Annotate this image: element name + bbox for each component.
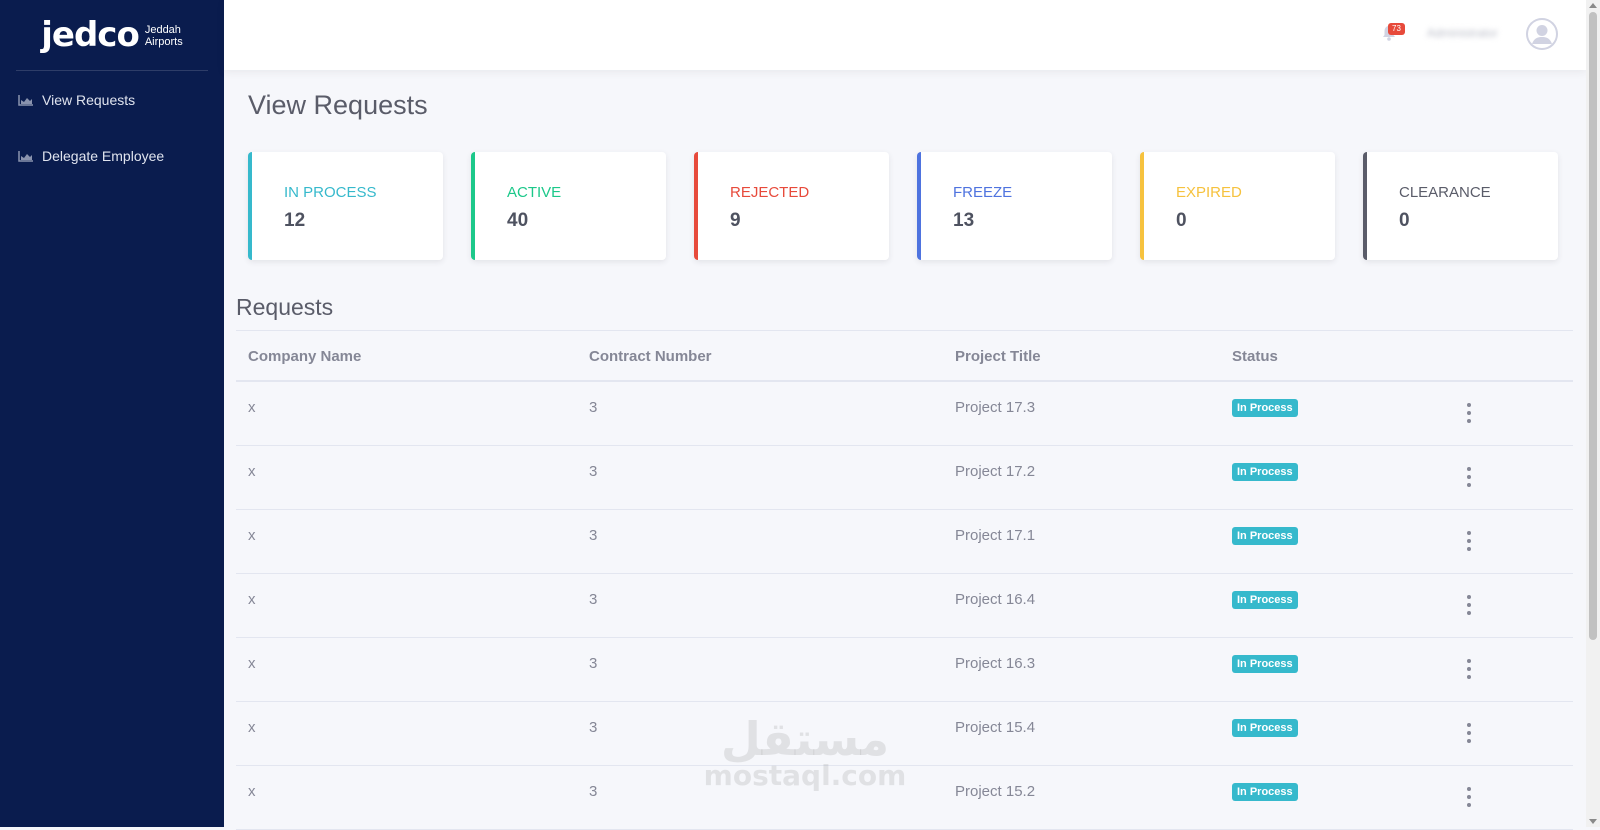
status-badge: In Process: [1232, 655, 1298, 673]
sidebar: jedco Jeddah Airports View Requests Dele…: [0, 0, 224, 827]
cell-company-name: x: [248, 719, 256, 736]
scrollbar-thumb[interactable]: [1589, 12, 1597, 640]
status-badge: In Process: [1232, 719, 1298, 737]
cell-contract-number: 3: [589, 591, 598, 608]
card-value: 13: [953, 210, 975, 231]
watermark: مستقل mostaql.com: [700, 716, 910, 790]
card-value: 9: [730, 210, 741, 231]
row-actions-menu-icon[interactable]: [1463, 659, 1475, 679]
sidebar-item-label: Delegate Employee: [42, 148, 165, 164]
card-expired[interactable]: EXPIRED 0: [1140, 152, 1335, 260]
table-header: Company Name Contract Number Project Tit…: [236, 331, 1573, 382]
table-row[interactable]: x 3 Project 16.4 In Process: [236, 574, 1573, 638]
cell-contract-number: 3: [589, 719, 598, 736]
cell-company-name: x: [248, 399, 256, 416]
chart-area-icon: [18, 95, 33, 106]
status-badge: In Process: [1232, 527, 1298, 545]
cell-project-title: Project 17.3: [955, 399, 1036, 416]
header-project-title[interactable]: Project Title: [955, 348, 1041, 365]
cell-project-title: Project 16.4: [955, 591, 1036, 608]
page-scrollbar[interactable]: [1586, 0, 1600, 827]
status-badge: In Process: [1232, 463, 1298, 481]
card-value: 0: [1176, 210, 1187, 231]
brand-name: jedco: [41, 15, 140, 55]
watermark-logo: مستقل: [720, 712, 890, 766]
cell-company-name: x: [248, 591, 256, 608]
sidebar-item-delegate-employee[interactable]: Delegate Employee: [0, 128, 224, 184]
table-row[interactable]: x 3 Project 16.3 In Process: [236, 638, 1573, 702]
cell-project-title: Project 15.4: [955, 719, 1036, 736]
brand-logo[interactable]: jedco Jeddah Airports: [16, 0, 208, 71]
topbar: 73 Administrator: [224, 0, 1586, 70]
cell-contract-number: 3: [589, 783, 598, 800]
header-status[interactable]: Status: [1232, 348, 1278, 365]
notification-count-badge: 73: [1388, 23, 1405, 35]
card-value: 0: [1399, 210, 1410, 231]
cell-project-title: Project 16.3: [955, 655, 1036, 672]
header-contract-number[interactable]: Contract Number: [589, 348, 712, 365]
card-in-process[interactable]: IN PROCESS 12: [248, 152, 443, 260]
cell-project-title: Project 17.2: [955, 463, 1036, 480]
status-badge: In Process: [1232, 783, 1298, 801]
scroll-down-icon[interactable]: [1589, 819, 1597, 824]
sidebar-item-label: View Requests: [42, 92, 136, 108]
table-row[interactable]: x 3 Project 17.2 In Process: [236, 446, 1573, 510]
card-label: REJECTED: [730, 184, 810, 201]
chart-area-icon: [18, 151, 33, 162]
card-label: CLEARANCE: [1399, 184, 1491, 201]
brand-subtitle-line1: Jeddah: [144, 24, 181, 36]
cell-company-name: x: [248, 527, 256, 544]
scroll-up-icon[interactable]: [1589, 3, 1597, 8]
brand-subtitle-line2: Airports: [144, 36, 183, 48]
row-actions-menu-icon[interactable]: [1463, 467, 1475, 487]
card-clearance[interactable]: CLEARANCE 0: [1363, 152, 1558, 260]
table-row[interactable]: x 3 Project 17.1 In Process: [236, 510, 1573, 574]
cell-project-title: Project 17.1: [955, 527, 1036, 544]
row-actions-menu-icon[interactable]: [1463, 787, 1475, 807]
requests-title: Requests: [236, 294, 334, 320]
cell-company-name: x: [248, 655, 256, 672]
card-label: EXPIRED: [1176, 184, 1242, 201]
cell-contract-number: 3: [589, 463, 598, 480]
status-badge: In Process: [1232, 399, 1298, 417]
cell-contract-number: 3: [589, 655, 598, 672]
card-freeze[interactable]: FREEZE 13: [917, 152, 1112, 260]
watermark-text: mostaql.com: [703, 759, 907, 792]
card-label: FREEZE: [953, 184, 1013, 201]
user-avatar-icon: [1526, 18, 1558, 50]
sidebar-item-view-requests[interactable]: View Requests: [0, 72, 224, 128]
status-badge: In Process: [1232, 591, 1298, 609]
card-rejected[interactable]: REJECTED 9: [694, 152, 889, 260]
avatar[interactable]: [1526, 18, 1558, 50]
brand-subtitle: Jeddah Airports: [145, 24, 183, 48]
row-actions-menu-icon[interactable]: [1463, 531, 1475, 551]
cell-contract-number: 3: [589, 399, 598, 416]
card-label: IN PROCESS: [284, 184, 377, 201]
row-actions-menu-icon[interactable]: [1463, 595, 1475, 615]
header-company-name[interactable]: Company Name: [248, 348, 361, 365]
card-active[interactable]: ACTIVE 40: [471, 152, 666, 260]
card-value: 12: [284, 210, 306, 231]
row-actions-menu-icon[interactable]: [1463, 403, 1475, 423]
row-actions-menu-icon[interactable]: [1463, 723, 1475, 743]
card-label: ACTIVE: [507, 184, 562, 201]
page-title: View Requests: [248, 90, 428, 120]
table-row[interactable]: x 3 Project 17.3 In Process: [236, 382, 1573, 446]
cell-company-name: x: [248, 463, 256, 480]
cell-company-name: x: [248, 783, 256, 800]
cell-project-title: Project 15.2: [955, 783, 1036, 800]
card-value: 40: [507, 210, 529, 231]
user-name[interactable]: Administrator: [1427, 26, 1519, 40]
cell-contract-number: 3: [589, 527, 598, 544]
